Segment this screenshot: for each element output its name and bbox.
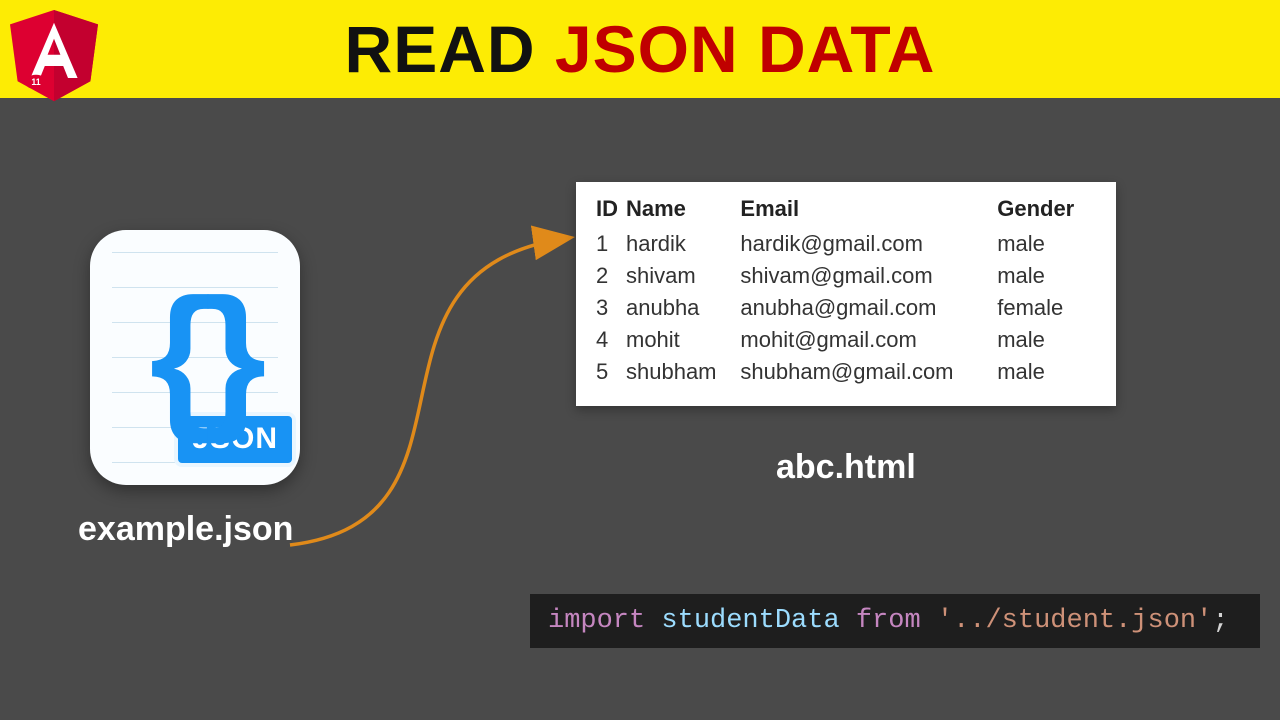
data-table: ID Name Email Gender 1hardikhardik@gmail… bbox=[576, 182, 1116, 406]
cell-gender: male bbox=[997, 260, 1096, 292]
cell-name: hardik bbox=[626, 228, 740, 260]
braces-icon: { } bbox=[150, 275, 241, 435]
cell-gender: female bbox=[997, 292, 1096, 324]
cell-id: 3 bbox=[596, 292, 626, 324]
cell-gender: male bbox=[997, 356, 1096, 388]
cell-name: mohit bbox=[626, 324, 740, 356]
header-gender: Gender bbox=[997, 196, 1096, 228]
header-banner: 11 READ JSON DATA bbox=[0, 0, 1280, 98]
cell-id: 4 bbox=[596, 324, 626, 356]
table-row: 2shivamshivam@gmail.commale bbox=[596, 260, 1096, 292]
table-row: 3anubhaanubha@gmail.comfemale bbox=[596, 292, 1096, 324]
cell-email: shivam@gmail.com bbox=[740, 260, 997, 292]
cell-email: hardik@gmail.com bbox=[740, 228, 997, 260]
code-snippet: import studentData from '../student.json… bbox=[530, 594, 1260, 648]
table-header-row: ID Name Email Gender bbox=[596, 196, 1096, 228]
page-title: READ JSON DATA bbox=[345, 11, 936, 87]
cell-id: 2 bbox=[596, 260, 626, 292]
svg-text:11: 11 bbox=[31, 77, 40, 87]
table-row: 1hardikhardik@gmail.commale bbox=[596, 228, 1096, 260]
title-part2: JSON DATA bbox=[555, 12, 936, 86]
angular-logo-icon: 11 bbox=[4, 2, 104, 102]
code-string: '../student.json' bbox=[937, 606, 1212, 636]
title-part1: READ bbox=[345, 12, 555, 86]
cell-id: 5 bbox=[596, 356, 626, 388]
header-id: ID bbox=[596, 196, 626, 228]
code-keyword-from: from bbox=[856, 606, 921, 636]
cell-email: shubham@gmail.com bbox=[740, 356, 997, 388]
header-email: Email bbox=[740, 196, 997, 228]
output-file-label: abc.html bbox=[776, 448, 916, 487]
cell-email: mohit@gmail.com bbox=[740, 324, 997, 356]
code-semicolon: ; bbox=[1212, 606, 1228, 636]
cell-id: 1 bbox=[596, 228, 626, 260]
cell-name: anubha bbox=[626, 292, 740, 324]
cell-gender: male bbox=[997, 228, 1096, 260]
table-row: 4mohitmohit@gmail.commale bbox=[596, 324, 1096, 356]
source-file-label: example.json bbox=[78, 510, 293, 549]
cell-email: anubha@gmail.com bbox=[740, 292, 997, 324]
code-keyword-import: import bbox=[548, 606, 645, 636]
table-row: 5shubhamshubham@gmail.commale bbox=[596, 356, 1096, 388]
arrow-icon bbox=[280, 210, 590, 560]
code-identifier: studentData bbox=[661, 606, 839, 636]
cell-gender: male bbox=[997, 324, 1096, 356]
json-file-icon: { } JSON bbox=[90, 230, 300, 485]
cell-name: shivam bbox=[626, 260, 740, 292]
cell-name: shubham bbox=[626, 356, 740, 388]
header-name: Name bbox=[626, 196, 740, 228]
